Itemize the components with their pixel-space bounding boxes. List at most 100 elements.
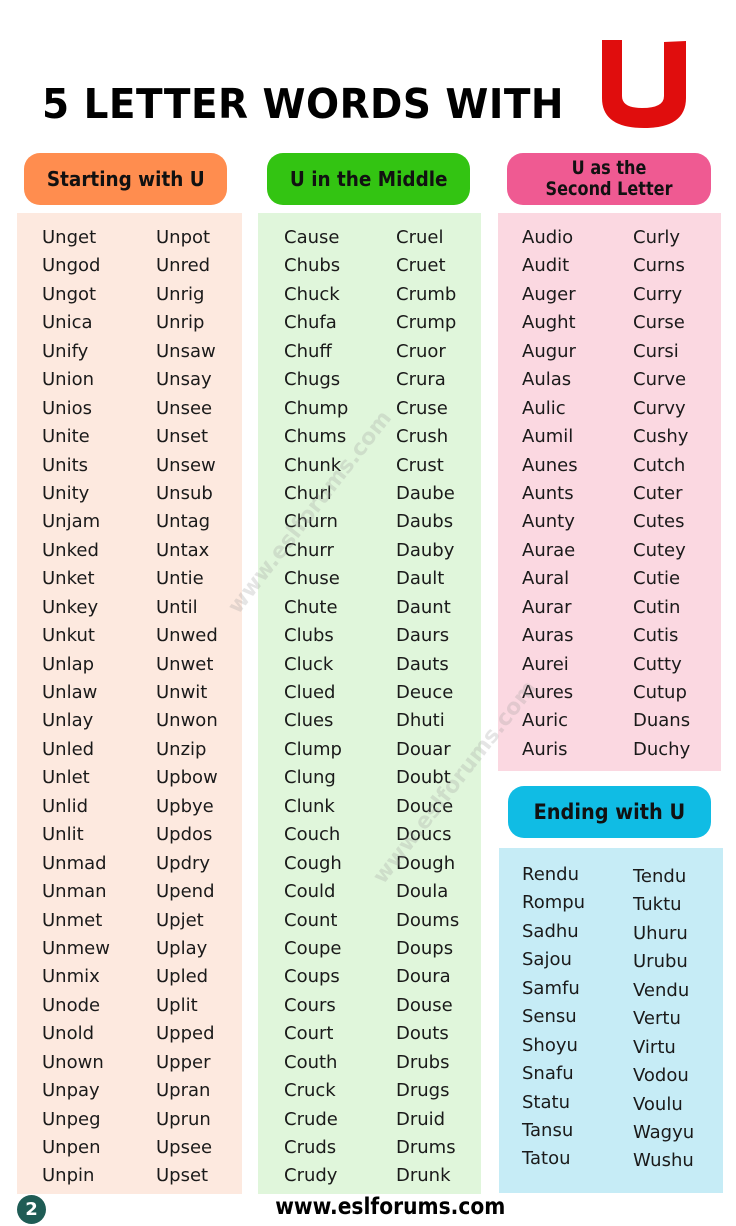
word-item: Upbow [156, 767, 218, 789]
word-item: Vertu [633, 1008, 681, 1030]
word-item: Unify [42, 340, 89, 362]
word-item: Curse [633, 312, 685, 334]
word-item: Cruor [396, 340, 446, 362]
word-item: Unold [42, 1023, 95, 1045]
word-item: Unlit [42, 824, 84, 846]
word-item: Aural [522, 568, 570, 590]
word-item: Curns [633, 255, 685, 277]
word-item: Dough [396, 852, 456, 874]
word-column: Audio Audit Auger Aught Augur Aulas Aulic Aumil… [522, 224, 578, 764]
word-item: Cours [284, 994, 336, 1016]
word-item: Upset [156, 1165, 209, 1187]
word-item: Cruel [396, 227, 444, 248]
word-item: Could [284, 881, 336, 903]
word-item: Clued [284, 682, 336, 703]
word-item: Crumb [396, 283, 457, 305]
word-item: Unsew [156, 454, 216, 476]
word-item: Aures [522, 682, 574, 703]
word-item: Chute [284, 596, 338, 618]
word-panel-ending: Rendu Rompu Sadhu Sajou Samfu Sensu Shoyu Snafu… [499, 848, 723, 1193]
word-item: Unwed [156, 625, 218, 647]
word-item: Units [42, 454, 89, 476]
word-item: Deuce [396, 682, 454, 703]
word-item: Crude [284, 1108, 338, 1130]
word-item: Chugs [284, 369, 341, 391]
word-item: Statu [522, 1091, 570, 1113]
word-item: Unjam [42, 511, 101, 533]
section-heading-starting: Starting with U [24, 153, 227, 205]
word-item: Wushu [633, 1150, 694, 1172]
word-item: Uhuru [633, 922, 688, 944]
word-item: Tuktu [633, 894, 682, 916]
word-item: Sensu [522, 1006, 577, 1028]
word-item: Sadhu [522, 920, 579, 942]
word-item: Crush [396, 426, 449, 448]
word-item: Unmad [42, 852, 107, 874]
word-item: Voulu [633, 1093, 683, 1115]
word-item: Duans [633, 710, 691, 732]
word-item: Auric [522, 710, 569, 732]
word-item: Unwet [156, 653, 214, 675]
word-item: Aulic [522, 397, 566, 419]
word-item: Cutie [633, 568, 681, 590]
word-item: Curvy [633, 397, 686, 419]
word-item: Unmew [42, 937, 110, 959]
word-item: Untag [156, 511, 211, 533]
word-item: Upbye [156, 795, 214, 817]
word-item: Unlap [42, 653, 95, 675]
word-item: Doups [396, 937, 454, 959]
word-item: Unode [42, 994, 101, 1016]
word-item: Urubu [633, 951, 688, 973]
word-item: Crudy [284, 1165, 338, 1187]
word-item: Cutty [633, 653, 682, 675]
word-item: Unman [42, 881, 107, 903]
footer-url[interactable]: www.eslforums.com [275, 1194, 505, 1220]
word-item: Clump [284, 738, 342, 760]
word-item: Cutey [633, 539, 686, 561]
word-item: Clubs [284, 625, 334, 647]
word-item: Cutin [633, 596, 681, 618]
section-heading-middle-label: U in the Middle [289, 167, 448, 191]
word-item: Coups [284, 966, 340, 988]
word-item: Dhuti [396, 710, 445, 732]
word-item: Auras [522, 625, 574, 647]
word-item: Cough [284, 852, 342, 874]
word-item: Cruet [396, 255, 446, 277]
word-item: Douce [396, 795, 454, 817]
word-item: Samfu [522, 977, 580, 999]
word-item: Douse [396, 994, 453, 1016]
word-item: Chunk [284, 454, 342, 476]
word-item: Cutch [633, 454, 686, 476]
word-item: Crust [396, 454, 444, 476]
word-item: Unown [42, 1051, 104, 1073]
word-item: Aunes [522, 454, 578, 476]
word-item: Uprun [156, 1108, 211, 1130]
word-item: Audio [522, 227, 574, 248]
word-item: Upend [156, 881, 215, 903]
word-item: Churn [284, 511, 338, 533]
word-item: Chump [284, 397, 349, 419]
page-title: 5 LETTER WORDS WITH [42, 80, 564, 128]
word-item: Cruds [284, 1137, 337, 1158]
word-item: Until [156, 596, 198, 618]
word-item: Drunk [396, 1165, 451, 1187]
word-item: Upper [156, 1051, 211, 1073]
word-item: Aught [522, 312, 576, 334]
word-item: Aumil [522, 426, 574, 448]
section-heading-middle: U in the Middle [267, 153, 470, 205]
word-item: Union [42, 369, 95, 391]
word-item: Cushy [633, 426, 689, 448]
word-item: Auger [522, 283, 576, 305]
word-item: Unlay [42, 710, 94, 732]
word-item: Unite [42, 426, 90, 448]
word-item: Aurae [522, 539, 576, 561]
word-item: Snafu [522, 1063, 574, 1085]
word-column: Unpot Unred Unrig Unrip Unsaw Unsay Unsee Unset… [156, 224, 218, 1191]
word-item: Cutis [633, 625, 679, 647]
word-item: Audit [522, 255, 570, 277]
word-item: Crura [396, 369, 446, 391]
section-heading-second-line1: U as the [571, 157, 647, 179]
word-item: Aunts [522, 482, 574, 504]
word-item: Unica [42, 312, 93, 334]
word-item: Chuse [284, 568, 340, 590]
